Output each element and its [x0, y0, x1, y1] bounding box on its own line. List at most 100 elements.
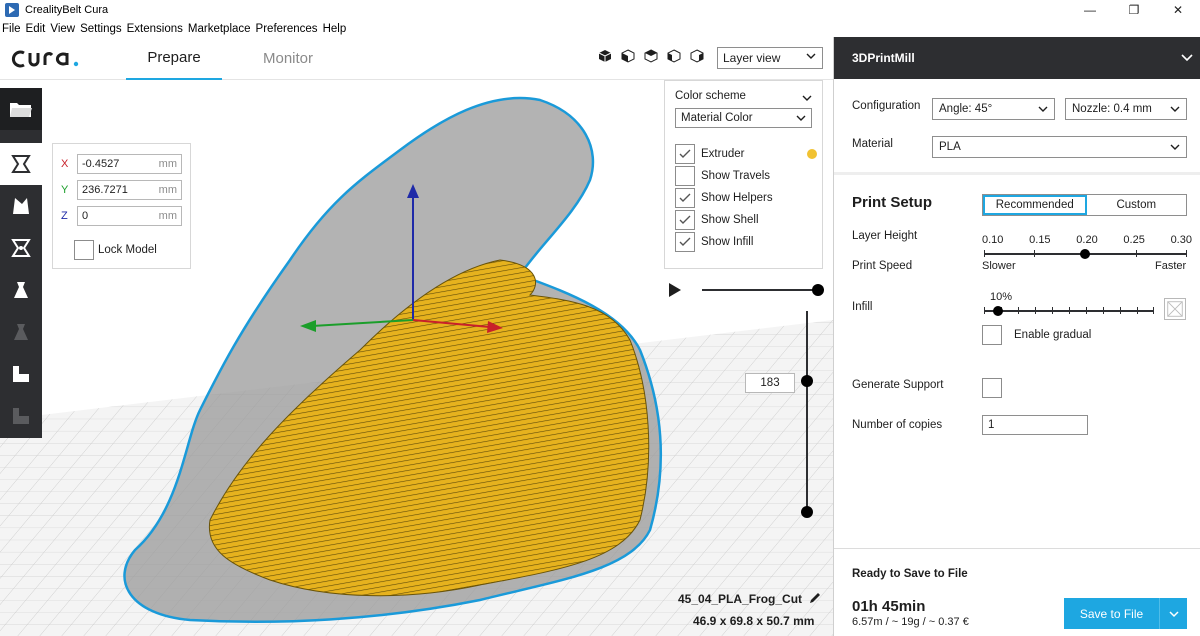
color-scheme-header[interactable]: Color scheme — [675, 90, 746, 102]
top-view-icon[interactable] — [643, 48, 659, 64]
menu-file[interactable]: File — [2, 23, 21, 35]
menu-preferences[interactable]: Preferences — [256, 23, 318, 35]
save-to-file-button[interactable]: Save to File — [1064, 598, 1187, 629]
cura-app-icon — [5, 3, 19, 17]
menu-marketplace[interactable]: Marketplace — [188, 23, 251, 35]
right-view-icon[interactable] — [689, 48, 705, 64]
layer-number-input[interactable]: 183 — [745, 373, 795, 393]
material-label: Material — [852, 138, 893, 150]
ready-status: Ready to Save to File — [852, 568, 968, 580]
recommended-mode-button[interactable]: Recommended — [983, 195, 1087, 215]
front-view-icon[interactable] — [620, 48, 636, 64]
layer-icon — [13, 408, 29, 424]
menu-extensions[interactable]: Extensions — [127, 23, 183, 35]
layer-height-option[interactable]: 0.15 — [1029, 234, 1050, 246]
z-value: 0 — [82, 210, 89, 222]
layer-height-option[interactable]: 0.10 — [982, 234, 1003, 246]
show-shell-label: Show Shell — [701, 214, 759, 226]
tab-prepare[interactable]: Prepare — [126, 37, 222, 80]
menu-edit[interactable]: Edit — [26, 23, 46, 35]
per-model-settings-button[interactable] — [0, 311, 42, 353]
chevron-down-icon — [1170, 144, 1180, 150]
support-blocker-button[interactable] — [0, 353, 42, 395]
chevron-down-icon — [796, 115, 806, 121]
window-controls: — ❐ ✕ — [1068, 0, 1200, 20]
layer-height-option[interactable]: 0.20 — [1076, 234, 1097, 246]
print-speed-slider[interactable] — [984, 249, 1187, 259]
machine-selector[interactable]: 3DPrintMill — [834, 37, 1200, 79]
color-scheme-value: Material Color — [681, 112, 753, 124]
layer-height-option[interactable]: 0.30 — [1171, 234, 1192, 246]
extruder-checkbox[interactable] — [675, 144, 695, 164]
angle-dropdown[interactable]: Angle: 45° — [932, 98, 1055, 120]
show-infill-checkbox[interactable] — [675, 232, 695, 252]
lock-model-row: Lock Model — [74, 240, 157, 260]
y-unit: mm — [158, 184, 177, 196]
move-tool-button[interactable] — [0, 143, 42, 185]
custom-mode-button[interactable]: Custom — [1087, 195, 1187, 215]
slider-tick — [1103, 307, 1104, 314]
x-input[interactable]: -0.4527 mm — [77, 154, 182, 174]
infill-label: Infill — [852, 301, 873, 313]
enable-gradual-checkbox[interactable] — [982, 325, 1002, 345]
copies-input[interactable]: 1 — [982, 415, 1088, 435]
color-scheme-dropdown[interactable]: Material Color — [675, 108, 812, 128]
nozzle-dropdown[interactable]: Nozzle: 0.4 mm — [1065, 98, 1187, 120]
show-shell-checkbox[interactable] — [675, 210, 695, 230]
play-icon[interactable] — [668, 283, 682, 297]
z-unit: mm — [158, 210, 177, 222]
nozzle-value: Nozzle: 0.4 mm — [1072, 103, 1152, 115]
minimize-button[interactable]: — — [1068, 0, 1112, 20]
chevron-down-icon — [1038, 106, 1048, 112]
show-helpers-label: Show Helpers — [701, 192, 773, 204]
rotate-icon — [11, 239, 31, 257]
pencil-icon[interactable] — [808, 591, 822, 605]
layer-slider-top-handle[interactable] — [801, 375, 813, 387]
check-icon — [679, 237, 691, 246]
open-file-button[interactable] — [0, 88, 42, 130]
show-travels-label: Show Travels — [701, 170, 771, 182]
scale-tool-button[interactable] — [0, 185, 42, 227]
tab-monitor[interactable]: Monitor — [240, 37, 336, 80]
maximize-button[interactable]: ❐ — [1112, 0, 1156, 20]
lock-model-checkbox[interactable] — [74, 240, 94, 260]
z-input[interactable]: 0 mm — [77, 206, 182, 226]
path-slider-handle[interactable] — [812, 284, 824, 296]
chevron-down-icon — [1170, 106, 1180, 112]
show-helpers-checkbox[interactable] — [675, 188, 695, 208]
material-value: PLA — [939, 141, 961, 153]
generate-support-checkbox[interactable] — [982, 378, 1002, 398]
rotate-tool-button[interactable] — [0, 227, 42, 269]
print-setup-title: Print Setup — [852, 194, 933, 211]
path-slider[interactable] — [702, 284, 824, 296]
layer-slider[interactable] — [801, 311, 813, 518]
chevron-down-icon[interactable] — [802, 93, 812, 103]
enable-gradual-label: Enable gradual — [1014, 329, 1092, 341]
menu-view[interactable]: View — [50, 23, 75, 35]
layer-tool-button[interactable] — [0, 395, 42, 437]
generate-support-label: Generate Support — [852, 379, 944, 391]
slider-tick — [1086, 307, 1087, 314]
3d-view-icon[interactable] — [597, 48, 613, 64]
option-show-travels: Show Travels — [675, 166, 815, 186]
y-input[interactable]: 236.7271 mm — [77, 180, 182, 200]
menu-help[interactable]: Help — [323, 23, 347, 35]
enable-gradual-row: Enable gradual — [982, 325, 1091, 345]
show-infill-label: Show Infill — [701, 236, 754, 248]
show-travels-checkbox[interactable] — [675, 166, 695, 186]
menu-settings[interactable]: Settings — [80, 23, 122, 35]
mirror-tool-button[interactable] — [0, 269, 42, 311]
print-speed-handle[interactable] — [1080, 249, 1090, 259]
material-dropdown[interactable]: PLA — [932, 136, 1187, 158]
infill-handle[interactable] — [993, 306, 1003, 316]
view-mode-dropdown[interactable]: Layer view — [717, 47, 823, 69]
chevron-down-icon — [806, 53, 816, 59]
layer-height-option[interactable]: 0.25 — [1123, 234, 1144, 246]
slider-tick — [1153, 307, 1154, 314]
close-button[interactable]: ✕ — [1156, 0, 1200, 20]
save-options-dropdown[interactable] — [1160, 610, 1187, 618]
left-view-icon[interactable] — [666, 48, 682, 64]
layer-slider-bottom-handle[interactable] — [801, 506, 813, 518]
infill-slider[interactable] — [984, 306, 1154, 316]
y-row: Y 236.7271 mm — [61, 180, 182, 200]
